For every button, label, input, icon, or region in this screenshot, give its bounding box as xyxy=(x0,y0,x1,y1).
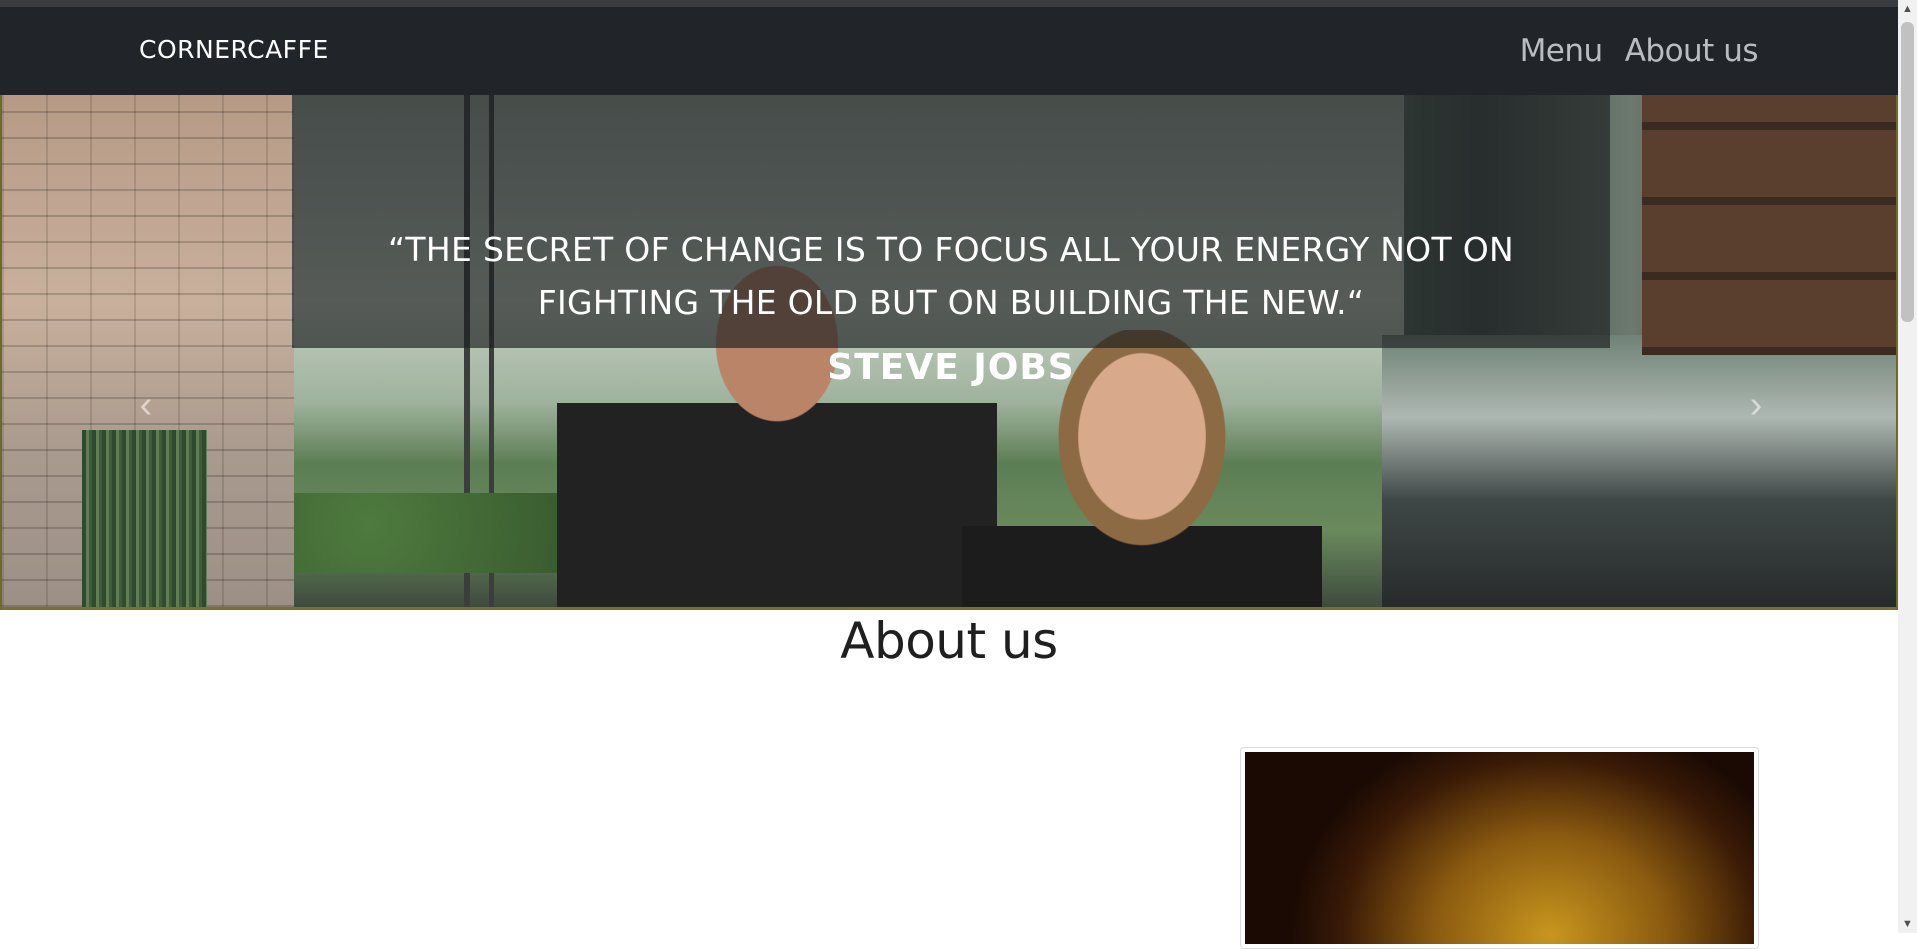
hero-carousel: “THE SECRET OF CHANGE IS TO FOCUS ALL YO… xyxy=(0,95,1898,610)
scroll-up-arrow-icon[interactable]: ▲ xyxy=(1898,0,1917,18)
quote-author: STEVE JOBS xyxy=(827,347,1075,388)
scrollbar-thumb[interactable] xyxy=(1901,22,1914,322)
navbar: CORNERCAFFE Menu About us xyxy=(0,7,1898,95)
chevron-right-icon: › xyxy=(1749,384,1763,426)
browser-top-strip xyxy=(0,0,1917,7)
coffee-image xyxy=(1245,752,1754,944)
section-title-about: About us xyxy=(840,612,1058,670)
nav-links: Menu About us xyxy=(1520,33,1759,69)
hero-photo-shelves xyxy=(1642,95,1896,355)
hero-photo-plant xyxy=(82,430,207,607)
carousel-next-button[interactable]: › xyxy=(1736,381,1776,429)
quote-line-1: “THE SECRET OF CHANGE IS TO FOCUS ALL YO… xyxy=(388,230,1514,269)
nav-link-menu[interactable]: Menu xyxy=(1520,33,1604,69)
carousel-prev-button[interactable]: ‹ xyxy=(126,381,166,429)
brand-logo[interactable]: CORNERCAFFE xyxy=(139,35,329,64)
page-scrollbar[interactable]: ▲ ▼ xyxy=(1898,0,1917,933)
carousel-quote: “THE SECRET OF CHANGE IS TO FOCUS ALL YO… xyxy=(292,223,1610,329)
quote-line-2: FIGHTING THE OLD BUT ON BUILDING THE NEW… xyxy=(537,283,1365,322)
about-image-card xyxy=(1240,747,1759,949)
scroll-down-arrow-icon[interactable]: ▼ xyxy=(1898,915,1917,933)
chevron-left-icon: ‹ xyxy=(139,384,153,426)
nav-link-about-us[interactable]: About us xyxy=(1625,33,1759,69)
